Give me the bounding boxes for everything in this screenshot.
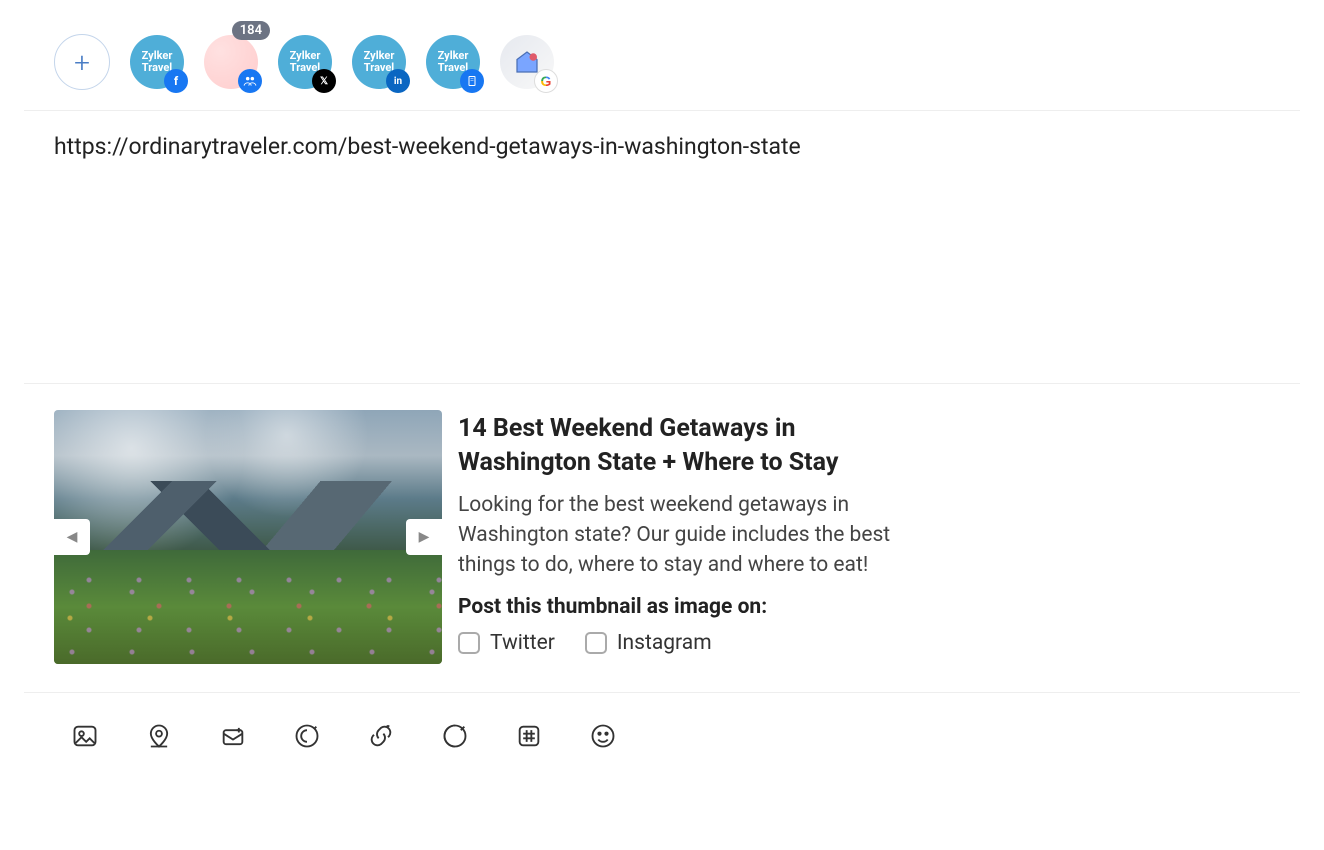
account-avatar-google[interactable]: G: [500, 35, 554, 89]
add-image-button[interactable]: [70, 721, 100, 751]
facebook-icon: f: [164, 69, 188, 93]
account-avatar-linkedin[interactable]: Zylker Travel in: [352, 35, 406, 89]
google-icon: G: [534, 69, 558, 93]
account-avatar-fbpage[interactable]: Zylker Travel: [426, 35, 480, 89]
shorten-link-button[interactable]: [366, 721, 396, 751]
compose-text-area[interactable]: https://ordinarytraveler.com/best-weeken…: [24, 111, 1300, 383]
plus-icon: +: [74, 46, 90, 79]
account-avatar-facebook[interactable]: Zylker Travel f: [130, 35, 184, 89]
checkbox-icon: [585, 632, 607, 654]
twitter-checkbox[interactable]: Twitter: [458, 631, 555, 655]
emoji-button[interactable]: [588, 721, 618, 751]
hashtag-button[interactable]: [514, 721, 544, 751]
compose-toolbar: [24, 693, 1300, 761]
link-preview: ◀ ▶ 14 Best Weekend Getaways in Washingt…: [24, 383, 1300, 693]
account-avatar-group[interactable]: 184: [204, 35, 258, 89]
instagram-checkbox-label: Instagram: [617, 631, 712, 655]
prev-thumbnail-button[interactable]: ◀: [54, 519, 90, 555]
preview-thumbnail: ◀ ▶: [54, 410, 442, 664]
checkbox-icon: [458, 632, 480, 654]
compose-text: https://ordinarytraveler.com/best-weeken…: [54, 131, 1270, 163]
accounts-row: + Zylker Travel f 184 Zylker Travel 𝕏 Zy…: [24, 30, 1300, 111]
add-location-button[interactable]: [144, 721, 174, 751]
preview-description: Looking for the best weekend getaways in…: [458, 490, 918, 581]
preview-title: 14 Best Weekend Getaways in Washington S…: [458, 412, 918, 480]
instagram-checkbox[interactable]: Instagram: [585, 631, 712, 655]
linkedin-icon: in: [386, 69, 410, 93]
x-icon: 𝕏: [312, 69, 336, 93]
zia-button[interactable]: [292, 721, 322, 751]
next-thumbnail-button[interactable]: ▶: [406, 519, 442, 555]
add-account-button[interactable]: +: [54, 34, 110, 90]
group-icon: [238, 69, 262, 93]
campaign-button[interactable]: [218, 721, 248, 751]
post-thumbnail-label: Post this thumbnail as image on:: [458, 595, 918, 619]
facebook-page-icon: [460, 69, 484, 93]
alt-text-button[interactable]: [440, 721, 470, 751]
char-count-badge: 184: [232, 21, 270, 40]
account-avatar-x[interactable]: Zylker Travel 𝕏: [278, 35, 332, 89]
twitter-checkbox-label: Twitter: [490, 631, 555, 655]
